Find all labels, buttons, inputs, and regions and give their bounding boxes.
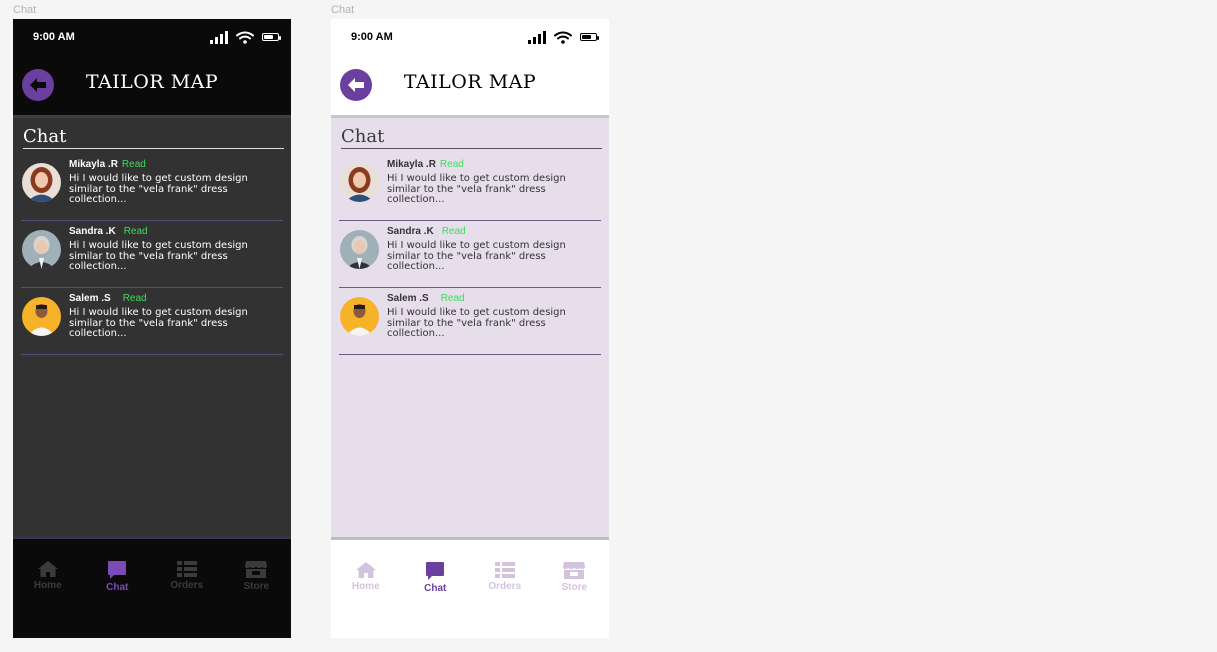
bottom-nav: Home Chat Orders Store [331,537,609,638]
app-title: TAILOR MAP [85,71,219,93]
battery-icon [580,33,599,41]
chat-name: Sandra .K Read [387,226,466,237]
avatar [22,230,61,269]
nav-item-store[interactable]: Store [222,560,292,638]
signal-icon [210,30,228,44]
chat-name: Salem .S Read [387,293,465,304]
chat-item[interactable]: Sandra .K Read Hi I would like to get cus… [21,221,283,288]
status-time: 9:00 AM [33,31,75,43]
wifi-icon [236,31,254,44]
home-icon [355,562,376,578]
wifi-icon [554,31,572,44]
chat-name: Mikayla .R Read [387,159,464,170]
nav-item-orders[interactable]: Orders [470,561,540,638]
chat-item[interactable]: Mikayla .R Read Hi I would like to get cu… [339,154,601,221]
nav-label: Orders [170,580,204,591]
orders-icon [176,561,197,577]
nav-label: Home [33,580,62,591]
nav-label: Orders [488,581,522,592]
avatar [340,297,379,336]
app-header: TAILOR MAP [13,55,291,115]
status-time: 9:00 AM [351,31,393,43]
nav-label: Home [351,581,380,592]
read-status: Read [123,226,148,237]
chat-content: Chat Mikayla .R Read Hi I would like to g… [13,115,291,537]
chat-item[interactable]: Salem .S Read Hi I would like to get cust… [21,288,283,355]
nav-label: Chat [106,582,129,593]
nav-item-home[interactable]: Home [331,561,401,638]
signal-icon [528,30,546,44]
read-status: Read [122,293,147,304]
avatar [340,163,379,202]
chat-icon [426,562,445,580]
avatar [340,230,379,269]
read-status: Read [121,159,146,170]
section-title: Chat [341,126,602,149]
chat-list: Mikayla .R Read Hi I would like to get cu… [21,154,283,355]
app-title: TAILOR MAP [403,71,537,93]
nav-label: Store [561,582,588,593]
chat-message-preview: Hi I would like to get custom design sim… [69,173,248,205]
read-status: Read [441,226,466,237]
chat-message-preview: Hi I would like to get custom design sim… [387,173,566,205]
nav-item-store[interactable]: Store [540,561,610,638]
chat-item[interactable]: Sandra .K Read Hi I would like to get cus… [339,221,601,288]
bottom-nav: Home Chat Orders Store [13,537,291,638]
chat-icon [108,561,127,579]
chat-item[interactable]: Salem .S Read Hi I would like to get cust… [339,288,601,355]
app-header: TAILOR MAP [331,55,609,115]
chat-list: Mikayla .R Read Hi I would like to get cu… [339,154,601,355]
chat-message-preview: Hi I would like to get custom design sim… [387,307,566,339]
status-bar: 9:00 AM [331,19,609,55]
chat-message-preview: Hi I would like to get custom design sim… [69,307,248,339]
phone-frame-dark: 9:00 AM TAILOR MAP Chat Mikayla .R Read H… [13,19,291,638]
nav-item-chat[interactable]: Chat [401,561,471,638]
nav-item-home[interactable]: Home [13,560,83,638]
chat-message-preview: Hi I would like to get custom design sim… [387,240,566,272]
home-icon [37,561,58,577]
chat-item[interactable]: Mikayla .R Read Hi I would like to get cu… [21,154,283,221]
store-icon [245,561,268,578]
avatar [22,163,61,202]
store-icon [563,562,586,579]
chat-name: Mikayla .R Read [69,159,146,170]
status-bar: 9:00 AM [13,19,291,55]
chat-content: Chat Mikayla .R Read Hi I would like to g… [331,115,609,537]
orders-icon [494,562,515,578]
avatar [22,297,61,336]
frame-label-dark: Chat [13,4,37,16]
nav-label: Chat [424,583,447,594]
phone-frame-light: 9:00 AM TAILOR MAP Chat Mikayla .R Read H… [331,19,609,638]
nav-item-orders[interactable]: Orders [152,560,222,638]
chat-name: Salem .S Read [69,293,147,304]
section-title: Chat [23,126,284,149]
chat-name: Sandra .K Read [69,226,148,237]
battery-icon [262,33,281,41]
frame-label-light: Chat [331,4,355,16]
nav-label: Store [243,581,270,592]
read-status: Read [439,159,464,170]
chat-message-preview: Hi I would like to get custom design sim… [69,240,248,272]
read-status: Read [440,293,465,304]
nav-item-chat[interactable]: Chat [83,560,153,638]
